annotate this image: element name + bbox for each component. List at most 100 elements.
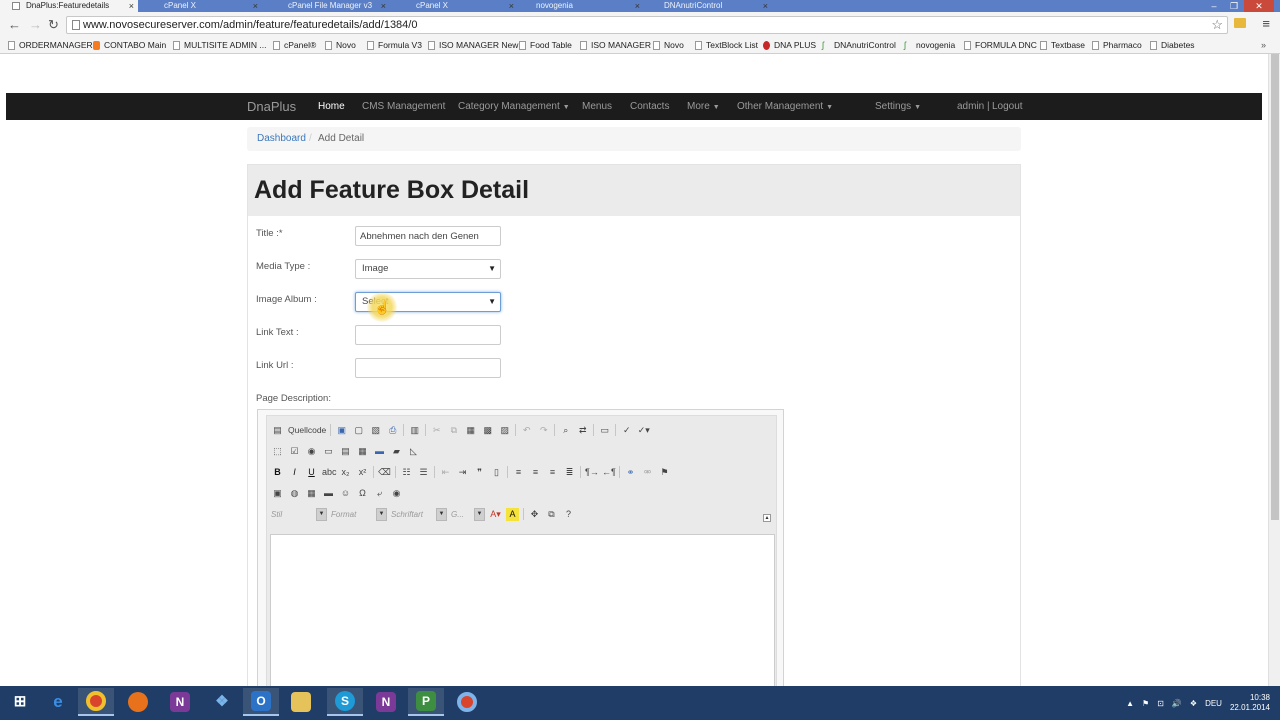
taskbar-chrome[interactable]	[78, 688, 114, 716]
spellcheck-dropdown-icon[interactable]: ✓▾	[637, 424, 650, 437]
strikethrough-icon[interactable]: abc	[322, 466, 337, 479]
bookmark-item[interactable]: Formula V3	[367, 40, 422, 51]
superscript-icon[interactable]: x²	[356, 466, 369, 479]
button-field-icon[interactable]: ▬	[373, 445, 386, 458]
bookmark-item[interactable]: Novo	[653, 40, 684, 51]
maximize-icon[interactable]: ✥	[528, 508, 541, 521]
hidden-field-icon[interactable]: ◺	[407, 445, 420, 458]
page-scrollbar[interactable]	[1268, 54, 1280, 686]
address-bar[interactable]: www.novosecureserver.com/admin/feature/f…	[66, 16, 1228, 34]
smiley-icon[interactable]: ☺	[339, 487, 352, 500]
templates-icon[interactable]: ▥	[408, 424, 421, 437]
taskbar-dropbox[interactable]: ❖	[204, 688, 240, 716]
bookmark-star-icon[interactable]: ☆	[1211, 17, 1223, 33]
reload-icon[interactable]: ↻	[48, 17, 59, 33]
close-window-icon[interactable]: ✕	[1244, 0, 1274, 12]
scrollbar-thumb[interactable]	[1271, 54, 1279, 520]
tab-cpanel-2[interactable]: cPanel X ×	[390, 0, 518, 12]
close-tab-icon[interactable]: ×	[763, 0, 768, 12]
bookmark-item[interactable]: Novo	[325, 40, 356, 51]
paste-icon[interactable]: ▦	[464, 424, 477, 437]
cut-icon[interactable]: ✂	[430, 424, 443, 437]
about-icon[interactable]: ?	[562, 508, 575, 521]
bookmark-item[interactable]: Diabetes	[1150, 40, 1195, 51]
bookmark-item[interactable]: CONTABO Main	[93, 40, 166, 51]
rtl-icon[interactable]: ←¶	[602, 466, 616, 479]
media-type-select[interactable]: Image ▼	[355, 259, 501, 279]
unlink-icon[interactable]: ⚮	[641, 466, 654, 479]
ltr-icon[interactable]: ¶→	[585, 466, 599, 479]
remove-format-icon[interactable]: ⌫	[378, 466, 391, 479]
tab-cpanel[interactable]: cPanel X ×	[138, 0, 262, 12]
special-char-icon[interactable]: Ω	[356, 487, 369, 500]
bookmark-item[interactable]: ʃ novogenia	[904, 40, 955, 51]
collapse-toolbar-icon[interactable]: ▴	[763, 514, 771, 522]
back-icon[interactable]: ←	[8, 17, 21, 33]
align-center-icon[interactable]: ≡	[529, 466, 542, 479]
taskbar-onenote-2[interactable]: N	[368, 688, 404, 716]
flash-icon[interactable]: ◍	[288, 487, 301, 500]
radio-icon[interactable]: ◉	[305, 445, 318, 458]
dropbox-tray-icon[interactable]: ❖	[1190, 699, 1197, 708]
taskbar-chrome-2[interactable]	[449, 688, 485, 716]
nav-contacts[interactable]: Contacts	[630, 101, 669, 113]
format-combo[interactable]: Format ▼	[331, 507, 387, 521]
new-page-icon[interactable]: ▢	[352, 424, 365, 437]
iframe-icon[interactable]: ◉	[390, 487, 403, 500]
paste-text-icon[interactable]: ▩	[481, 424, 494, 437]
textfield-icon[interactable]: ▭	[322, 445, 335, 458]
source-icon[interactable]: ▤	[271, 424, 284, 437]
background-color-icon[interactable]: A	[506, 507, 519, 521]
bookmark-item[interactable]: ʃ DNAnutriControl	[822, 40, 896, 51]
taskbar-onenote[interactable]: N	[162, 688, 198, 716]
bookmarks-overflow-icon[interactable]: »	[1261, 40, 1266, 50]
checkbox-icon[interactable]: ☑	[288, 445, 301, 458]
nav-logout[interactable]: Logout	[992, 101, 1023, 113]
copy-icon[interactable]: ⧉	[447, 424, 460, 437]
nav-settings[interactable]: Settings ▼	[875, 101, 921, 114]
action-center-icon[interactable]: ⚑	[1142, 699, 1149, 708]
horizontal-line-icon[interactable]: ▬	[322, 487, 335, 500]
bookmark-item[interactable]: Textbase	[1040, 40, 1085, 51]
image-button-icon[interactable]: ▰	[390, 445, 403, 458]
subscript-icon[interactable]: x₂	[339, 466, 352, 479]
bookmark-item[interactable]: cPanel®	[273, 40, 316, 51]
nav-menus[interactable]: Menus	[582, 101, 612, 113]
link-url-input[interactable]	[355, 358, 501, 378]
link-icon[interactable]: ⚭	[624, 466, 637, 479]
show-blocks-icon[interactable]: ⧉	[545, 508, 558, 521]
size-combo[interactable]: G... ▼	[451, 507, 485, 521]
bookmark-item[interactable]: DNA PLUS	[763, 40, 816, 51]
editor-content-area[interactable]	[270, 534, 775, 686]
div-container-icon[interactable]: ▯	[490, 466, 503, 479]
print-icon[interactable]: ⎙	[386, 424, 399, 437]
nav-more[interactable]: More ▼	[687, 101, 720, 114]
close-tab-icon[interactable]: ×	[381, 0, 386, 12]
taskbar-project[interactable]: P	[408, 688, 444, 716]
bookmark-item[interactable]: ISO MANAGER New	[428, 40, 518, 51]
select-field-icon[interactable]: ▦	[356, 445, 369, 458]
image-icon[interactable]: ▣	[271, 487, 284, 500]
bookmark-item[interactable]: ISO MANAGER	[580, 40, 651, 51]
source-button[interactable]: Quellcode	[288, 424, 326, 437]
italic-icon[interactable]: I	[288, 466, 301, 479]
restore-icon[interactable]: ❐	[1224, 0, 1244, 12]
page-break-icon[interactable]: ⤶	[373, 487, 386, 500]
textarea-icon[interactable]: ▤	[339, 445, 352, 458]
taskbar-outlook[interactable]: O	[243, 688, 279, 716]
paste-word-icon[interactable]: ▨	[498, 424, 511, 437]
volume-icon[interactable]: 🔊	[1172, 699, 1182, 708]
taskbar-skype[interactable]: S	[327, 688, 363, 716]
numbered-list-icon[interactable]: ☷	[400, 466, 413, 479]
close-tab-icon[interactable]: ×	[253, 0, 258, 12]
table-icon[interactable]: ▦	[305, 487, 318, 500]
blockquote-icon[interactable]: ❞	[473, 466, 486, 479]
start-button[interactable]: ⊞	[2, 688, 38, 716]
bookmark-item[interactable]: FORMULA DNC	[964, 40, 1037, 51]
brand-logo[interactable]: DnaPlus	[247, 99, 296, 114]
tab-cpanel-filemanager[interactable]: cPanel File Manager v3 ×	[262, 0, 390, 12]
underline-icon[interactable]: U	[305, 466, 318, 479]
align-left-icon[interactable]: ≡	[512, 466, 525, 479]
bookmark-item[interactable]: TextBlock List	[695, 40, 758, 51]
bookmark-item[interactable]: MULTISITE ADMIN ...	[173, 40, 267, 51]
